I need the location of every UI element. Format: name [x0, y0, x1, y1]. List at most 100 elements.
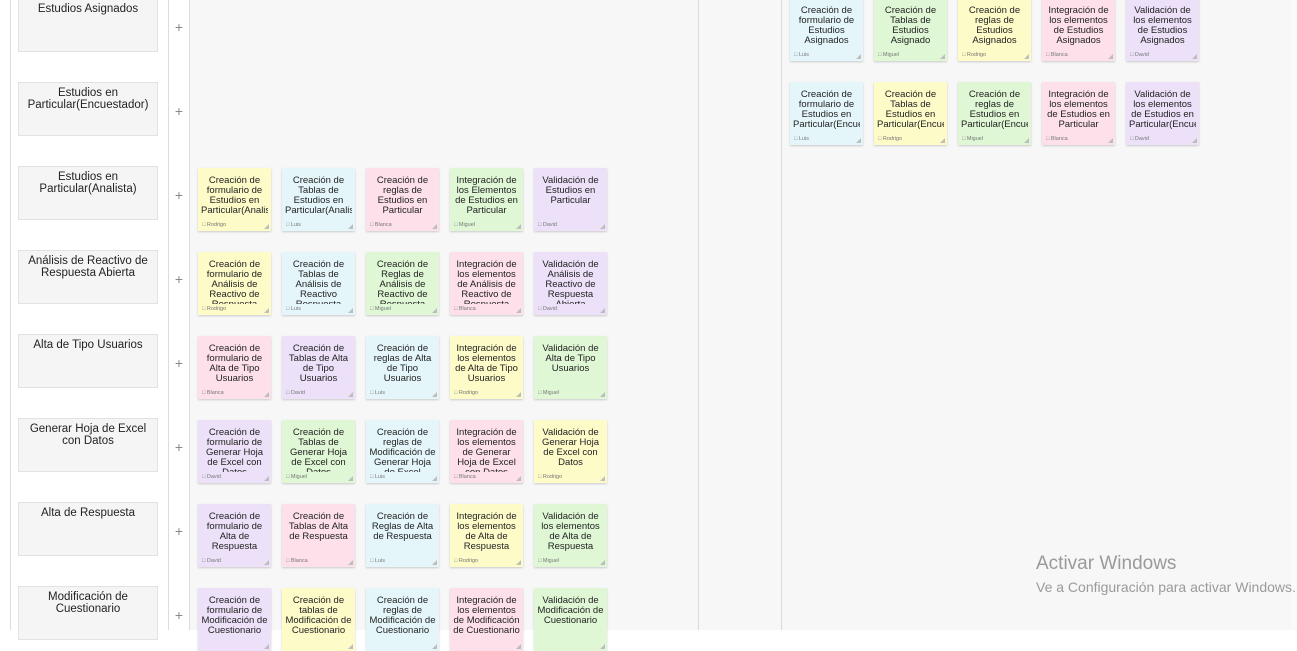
sticky-note[interactable]: Creación de Tablas de Estudios en Partic…	[282, 168, 355, 231]
resize-grip-icon[interactable]	[348, 560, 353, 565]
sticky-note[interactable]: Creación de reglas de Estudios en Partic…	[958, 82, 1031, 145]
resize-grip-icon[interactable]	[264, 392, 269, 397]
sticky-note[interactable]: Validación de Generar Hoja de Excel con …	[534, 420, 607, 483]
sticky-note[interactable]: Creación de formulario de Alta de Tipo U…	[198, 336, 271, 399]
sticky-note[interactable]: Integración de los elementos de Análisis…	[450, 252, 523, 315]
sticky-note-text: Creación de formulario de Estudios en Pa…	[793, 90, 860, 130]
resize-grip-icon[interactable]	[1024, 54, 1029, 59]
resize-grip-icon[interactable]	[348, 392, 353, 397]
resize-grip-icon[interactable]	[1024, 138, 1029, 143]
resize-grip-icon[interactable]	[516, 392, 521, 397]
resize-grip-icon[interactable]	[856, 138, 861, 143]
story-card[interactable]: Modificación de Cuestionario	[18, 586, 158, 640]
story-card[interactable]: Alta de Respuesta	[18, 502, 158, 556]
resize-grip-icon[interactable]	[432, 224, 437, 229]
sticky-note[interactable]: Creación de reglas de Estudios Asignados…	[958, 0, 1031, 61]
story-card[interactable]: Estudios Asignados	[18, 0, 158, 52]
sticky-note[interactable]: Creación de tablas de Modificación de Cu…	[282, 588, 355, 651]
story-card[interactable]: Estudios en Particular(Analista)	[18, 166, 158, 220]
sticky-note[interactable]: Creación de formulario de Estudios Asign…	[790, 0, 863, 61]
resize-grip-icon[interactable]	[516, 644, 521, 649]
story-card[interactable]: Alta de Tipo Usuarios	[18, 334, 158, 388]
resize-grip-icon[interactable]	[348, 308, 353, 313]
resize-grip-icon[interactable]	[432, 392, 437, 397]
resize-grip-icon[interactable]	[348, 476, 353, 481]
add-task-button[interactable]: +	[171, 440, 187, 454]
sticky-note[interactable]: Creación de reglas de Estudios en Partic…	[366, 168, 439, 231]
sticky-note[interactable]: Integración de los elementos de Modifica…	[450, 588, 523, 651]
sticky-note[interactable]: Creación de Reglas de Análisis de Reacti…	[366, 252, 439, 315]
sticky-note[interactable]: Integración de los elementos de Estudios…	[1042, 0, 1115, 61]
resize-grip-icon[interactable]	[856, 54, 861, 59]
resize-grip-icon[interactable]	[348, 224, 353, 229]
sticky-note[interactable]: Integración de los elementos de Alta de …	[450, 504, 523, 567]
sticky-note[interactable]: Integración de los elementos de Generar …	[450, 420, 523, 483]
resize-grip-icon[interactable]	[516, 476, 521, 481]
resize-grip-icon[interactable]	[264, 560, 269, 565]
add-task-button[interactable]: +	[171, 356, 187, 370]
resize-grip-icon[interactable]	[516, 560, 521, 565]
resize-grip-icon[interactable]	[1192, 138, 1197, 143]
story-card[interactable]: Análisis de Reactivo de Respuesta Abiert…	[18, 250, 158, 304]
sticky-note[interactable]: Creación de Reglas de Alta de Respuesta L…	[366, 504, 439, 567]
story-card[interactable]: Estudios en Particular(Encuestador)	[18, 82, 158, 136]
sticky-note[interactable]: Creación de reglas de Modificación de Cu…	[366, 588, 439, 651]
resize-grip-icon[interactable]	[432, 308, 437, 313]
sticky-note-assignee: Miguel	[962, 136, 983, 142]
sticky-note[interactable]: Creación de Tablas de Alta de Tipo Usuar…	[282, 336, 355, 399]
resize-grip-icon[interactable]	[600, 224, 605, 229]
sticky-note[interactable]: Creación de formulario de Estudios en Pa…	[790, 82, 863, 145]
resize-grip-icon[interactable]	[432, 644, 437, 649]
sticky-note[interactable]: Creación de formulario de Estudios en Pa…	[198, 168, 271, 231]
sticky-note[interactable]: Creación de formulario de Alta de Respue…	[198, 504, 271, 567]
add-task-button[interactable]: +	[171, 104, 187, 118]
sticky-note[interactable]: Validación de Alta de Tipo Usuarios Migue…	[534, 336, 607, 399]
resize-grip-icon[interactable]	[264, 224, 269, 229]
resize-grip-icon[interactable]	[600, 392, 605, 397]
resize-grip-icon[interactable]	[600, 476, 605, 481]
sticky-note[interactable]: Validación de Modificación de Cuestionar…	[534, 588, 607, 651]
resize-grip-icon[interactable]	[516, 224, 521, 229]
resize-grip-icon[interactable]	[1108, 138, 1113, 143]
sticky-note[interactable]: Creación de Tablas de Estudios Asignado M…	[874, 0, 947, 61]
add-task-button[interactable]: +	[171, 272, 187, 286]
sticky-note[interactable]: Creación de reglas de Alta de Tipo Usuar…	[366, 336, 439, 399]
sticky-note[interactable]: Creación de formulario de Generar Hoja d…	[198, 420, 271, 483]
resize-grip-icon[interactable]	[1192, 54, 1197, 59]
add-task-button[interactable]: +	[171, 608, 187, 622]
sticky-note[interactable]: Validación de Análisis de Reactivo de Re…	[534, 252, 607, 315]
resize-grip-icon[interactable]	[432, 476, 437, 481]
resize-grip-icon[interactable]	[432, 560, 437, 565]
add-task-button[interactable]: +	[171, 524, 187, 538]
resize-grip-icon[interactable]	[600, 308, 605, 313]
resize-grip-icon[interactable]	[516, 308, 521, 313]
vertical-scrollbar[interactable]	[1291, 0, 1297, 630]
resize-grip-icon[interactable]	[348, 644, 353, 649]
sticky-note[interactable]: Creación de Tablas de Análisis de Reacti…	[282, 252, 355, 315]
sticky-note[interactable]: Integración de los elementos de Estudios…	[1042, 82, 1115, 145]
sticky-note[interactable]: Validación de los elementos de Estudios …	[1126, 82, 1199, 145]
resize-grip-icon[interactable]	[1108, 54, 1113, 59]
resize-grip-icon[interactable]	[600, 560, 605, 565]
story-card[interactable]: Generar Hoja de Excel con Datos	[18, 418, 158, 472]
sticky-note[interactable]: Creación de formulario de Modificación d…	[198, 588, 271, 651]
sticky-note[interactable]: Creación de Tablas de Generar Hoja de Ex…	[282, 420, 355, 483]
resize-grip-icon[interactable]	[264, 308, 269, 313]
sticky-note[interactable]: Validación de Estudios en Particular Davi…	[534, 168, 607, 231]
sticky-note[interactable]: Creación de formulario de Análisis de Re…	[198, 252, 271, 315]
sticky-note[interactable]: Integración de los elementos de Alta de …	[450, 336, 523, 399]
add-task-button[interactable]: +	[171, 188, 187, 202]
resize-grip-icon[interactable]	[264, 644, 269, 649]
add-task-button[interactable]: +	[171, 20, 187, 34]
sticky-note[interactable]: Creación de Tablas de Alta de Respuesta B…	[282, 504, 355, 567]
resize-grip-icon[interactable]	[600, 644, 605, 649]
sticky-note[interactable]: Validación de los elementos de Alta de R…	[534, 504, 607, 567]
sticky-note[interactable]: Creación de Tablas de Estudios en Partic…	[874, 82, 947, 145]
sticky-note[interactable]: Creación de reglas de Modificación de Ge…	[366, 420, 439, 483]
sticky-note[interactable]: Validación de los elementos de Estudios …	[1126, 0, 1199, 61]
resize-grip-icon[interactable]	[940, 138, 945, 143]
resize-grip-icon[interactable]	[264, 476, 269, 481]
resize-grip-icon[interactable]	[940, 54, 945, 59]
sticky-note-assignee: David	[1130, 136, 1149, 142]
sticky-note[interactable]: Integración de los Elementos de Estudios…	[450, 168, 523, 231]
